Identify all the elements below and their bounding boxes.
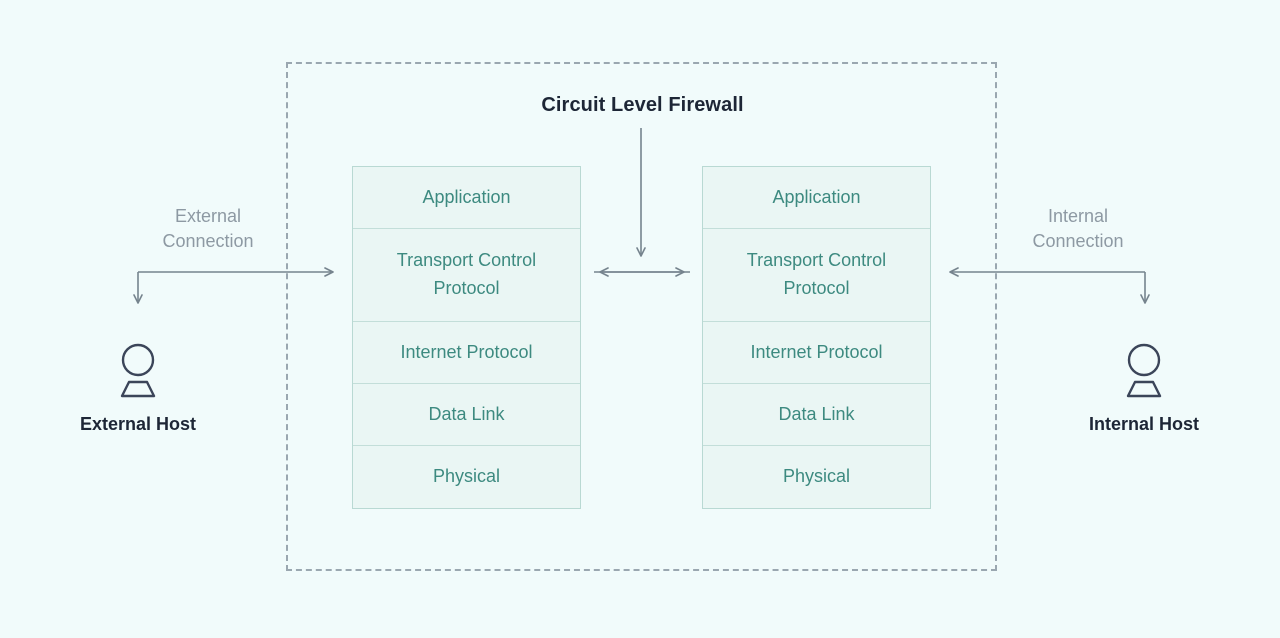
- internal-host-label: Internal Host: [1088, 414, 1199, 434]
- stack-layer-label: Transport Control Protocol: [396, 250, 537, 298]
- internal-host: Internal Host: [1074, 322, 1214, 435]
- stack-layer-transport-control-protocol: Transport Control Protocol: [703, 229, 930, 322]
- person-icon: [120, 343, 156, 398]
- external-stack: Application Transport Control Protocol I…: [352, 166, 581, 509]
- stack-layer-physical: Physical: [703, 446, 930, 508]
- external-host-label: External Host: [79, 414, 197, 434]
- person-icon: [1126, 343, 1162, 398]
- stack-layer-label: Internet Protocol: [750, 341, 883, 362]
- stack-layer-data-link: Data Link: [703, 384, 930, 446]
- stack-layer-data-link: Data Link: [353, 384, 580, 446]
- stack-layer-application: Application: [353, 167, 580, 229]
- stack-layer-internet-protocol: Internet Protocol: [703, 322, 930, 384]
- stack-layer-label: Application: [772, 186, 861, 207]
- stack-layer-label: Internet Protocol: [400, 341, 533, 362]
- external-host: External Host: [68, 322, 208, 435]
- stack-layer-label: Transport Control Protocol: [746, 250, 887, 298]
- stack-layer-label: Data Link: [428, 403, 505, 424]
- external-connection-label: External Connection: [162, 206, 254, 251]
- internal-stack: Application Transport Control Protocol I…: [702, 166, 931, 509]
- stack-layer-label: Physical: [432, 466, 501, 487]
- stack-layer-internet-protocol: Internet Protocol: [353, 322, 580, 384]
- firewall-title: Circuit Level Firewall: [541, 94, 744, 116]
- stack-layer-label: Physical: [782, 466, 851, 487]
- stack-layer-physical: Physical: [353, 446, 580, 508]
- stack-layer-label: Application: [422, 186, 511, 207]
- stack-layer-application: Application: [703, 167, 930, 229]
- internal-connection-label: Internal Connection: [1032, 206, 1124, 251]
- stack-layer-transport-control-protocol: Transport Control Protocol: [353, 229, 580, 322]
- stack-layer-label: Data Link: [778, 403, 855, 424]
- diagram-canvas: Circuit Level Firewall Application Trans…: [0, 0, 1280, 638]
